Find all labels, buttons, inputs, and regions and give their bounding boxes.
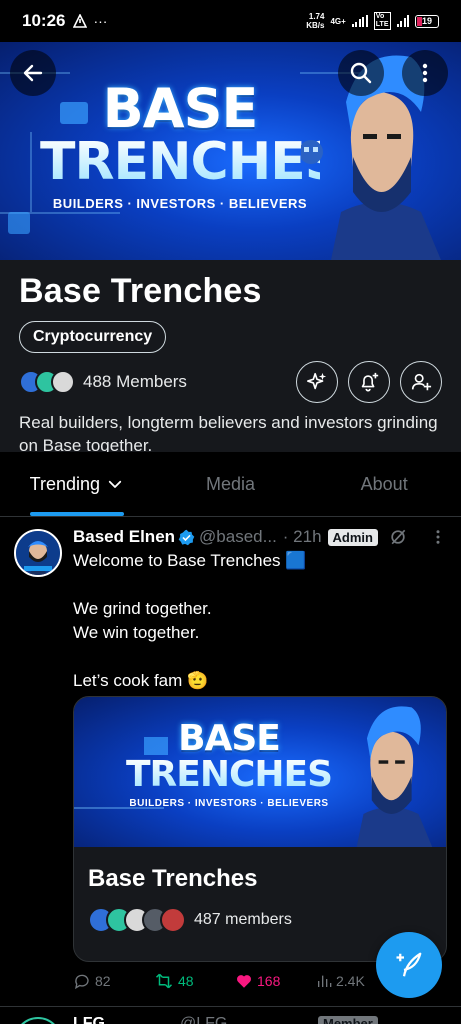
author-avatar[interactable] <box>14 529 62 577</box>
views-chart-icon <box>318 975 332 987</box>
repost-button[interactable]: 48 <box>154 972 235 990</box>
community-card[interactable]: BASE TRENCHES BUILDERS · INVESTORS · BEL… <box>73 696 447 962</box>
group-name: Base Trenches <box>19 272 262 310</box>
topic-chip[interactable]: Cryptocurrency <box>19 321 167 353</box>
member-avatars <box>88 907 186 933</box>
member-avatars[interactable] <box>19 370 75 394</box>
heart-icon <box>237 975 251 988</box>
feather-plus-icon <box>396 952 422 977</box>
more-vertical-icon[interactable] <box>429 528 447 546</box>
add-user-icon <box>411 373 432 391</box>
group-tabs: Trending Media About <box>0 452 461 517</box>
admin-badge: Admin <box>327 528 378 546</box>
notifications-button[interactable] <box>348 361 390 403</box>
network-type: 4G+ <box>330 16 346 26</box>
next-author-name[interactable]: LFG <box>73 1015 105 1024</box>
bearded-hero-illustration <box>356 706 433 847</box>
chevron-down-icon <box>108 480 122 488</box>
banner-title: BASE TRENCHES BUILDERS · INVESTORS · BEL… <box>40 77 342 212</box>
verified-badge-icon <box>178 529 195 545</box>
volte-icon: Vo LTE <box>373 12 391 30</box>
more-options-button[interactable] <box>402 50 448 96</box>
post-text: Welcome to Base Trenches 🟦 We grind toge… <box>73 551 307 690</box>
author-name[interactable]: Based Elnen <box>73 527 175 547</box>
grok-icon[interactable] <box>388 527 408 547</box>
group-banner: BASE TRENCHES BUILDERS · INVESTORS · BEL… <box>0 42 461 260</box>
member-badge: Member <box>318 1016 378 1024</box>
post[interactable]: Based Elnen @based... · 21h Admin Welcom… <box>0 517 461 1007</box>
group-profile: Base Trenches Cryptocurrency 488 Members… <box>0 260 461 455</box>
member-avatar <box>160 907 186 933</box>
warning-icon <box>73 14 88 28</box>
tab-media[interactable]: Media <box>154 452 308 516</box>
next-author-handle[interactable]: @LFG <box>180 1015 227 1024</box>
post-time: · 21h <box>282 527 322 546</box>
back-button[interactable] <box>10 50 56 96</box>
sparkle-icon <box>307 372 327 390</box>
member-avatar <box>51 370 75 394</box>
community-card-members: 487 members <box>194 911 292 928</box>
community-card-title: Base Trenches <box>88 865 258 892</box>
signal-icon <box>351 15 368 27</box>
reply-icon <box>75 974 89 990</box>
compose-post-button[interactable] <box>376 932 442 998</box>
bell-plus-icon <box>361 372 379 392</box>
like-button[interactable]: 168 <box>235 972 316 990</box>
invite-member-button[interactable] <box>400 361 442 403</box>
more-vertical-icon <box>422 63 428 83</box>
members-count[interactable]: 488 Members <box>83 372 187 392</box>
clock: 10:26 <box>22 11 66 30</box>
net-speed: 1.74 KB/s <box>306 12 325 30</box>
repost-icon <box>155 973 173 989</box>
next-post-partial[interactable]: LFG @LFG Member <box>0 1006 461 1024</box>
more-notifications-icon: ··· <box>93 13 108 29</box>
author-avatar-image <box>16 531 60 575</box>
community-card-banner: BASE TRENCHES BUILDERS · INVESTORS · BEL… <box>74 697 446 847</box>
status-bar: 10:26 ··· 1.74 KB/s 4G+ Vo LTE 19 <box>0 0 461 42</box>
search-button[interactable] <box>338 50 384 96</box>
signal-icon-2 <box>396 15 409 27</box>
back-arrow-icon <box>23 64 43 82</box>
tab-trending[interactable]: Trending <box>0 452 154 516</box>
battery-icon: 19 <box>415 14 439 28</box>
search-icon <box>350 62 372 84</box>
author-handle[interactable]: @based... <box>199 527 277 547</box>
grok-sparkle-button[interactable] <box>296 361 338 403</box>
reply-button[interactable]: 82 <box>73 972 154 990</box>
tab-about[interactable]: About <box>307 452 461 516</box>
author-avatar[interactable] <box>14 1017 62 1024</box>
group-description: Real builders, longterm believers and in… <box>19 413 438 455</box>
